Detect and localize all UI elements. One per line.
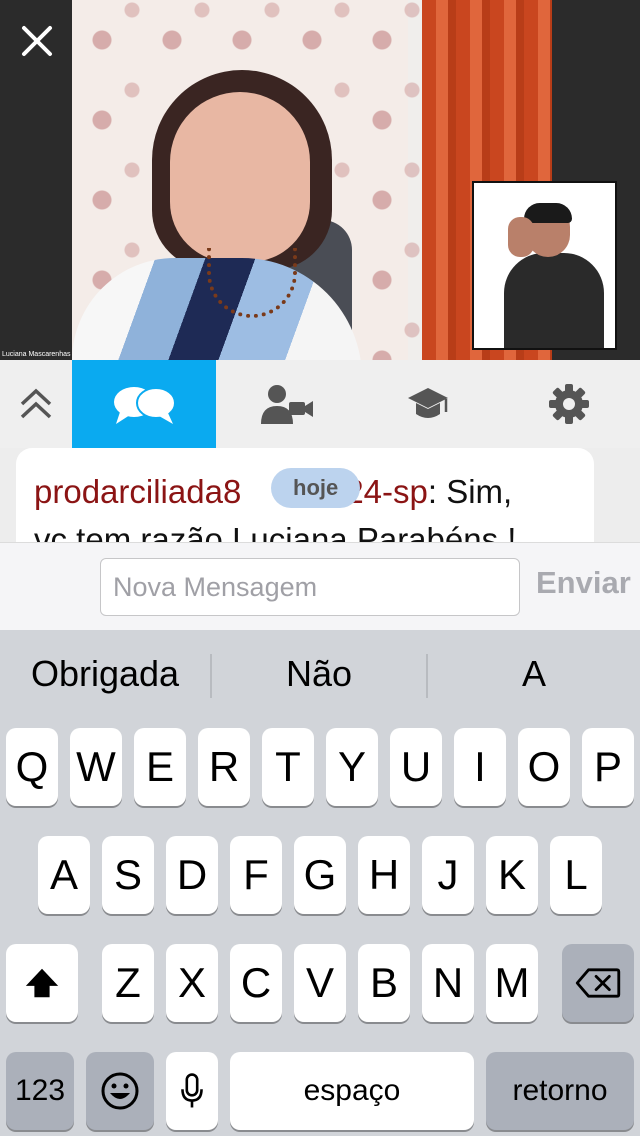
key-t[interactable]: T xyxy=(262,728,314,806)
speaker-face xyxy=(170,92,310,262)
numbers-key[interactable]: 123 xyxy=(6,1052,74,1130)
shift-arrow-icon xyxy=(25,968,59,998)
interpreter-hair xyxy=(524,203,572,223)
close-button[interactable] xyxy=(16,20,58,62)
key-s[interactable]: S xyxy=(102,836,154,914)
tab-settings[interactable] xyxy=(498,360,639,448)
emoji-key[interactable] xyxy=(86,1052,154,1130)
key-w[interactable]: W xyxy=(70,728,122,806)
key-b[interactable]: B xyxy=(358,944,410,1022)
key-f[interactable]: F xyxy=(230,836,282,914)
key-o[interactable]: O xyxy=(518,728,570,806)
message-username[interactable]: prodarciliada8 xyxy=(34,473,241,510)
new-message-input[interactable] xyxy=(100,558,520,616)
date-pill: hoje xyxy=(271,468,361,508)
key-h[interactable]: H xyxy=(358,836,410,914)
key-k[interactable]: K xyxy=(486,836,538,914)
return-key[interactable]: retorno xyxy=(486,1052,634,1130)
tab-chat[interactable] xyxy=(72,360,216,448)
tab-courses[interactable] xyxy=(357,360,498,448)
key-m[interactable]: M xyxy=(486,944,538,1022)
key-c[interactable]: C xyxy=(230,944,282,1022)
message-text: : Sim, xyxy=(427,473,513,510)
suggestion-2[interactable]: Não xyxy=(212,630,426,718)
close-icon xyxy=(22,26,52,56)
backspace-key[interactable] xyxy=(562,944,634,1022)
sign-language-interpreter-video xyxy=(472,181,617,350)
space-key[interactable]: espaço xyxy=(230,1052,474,1130)
tab-collapse[interactable] xyxy=(0,360,72,448)
key-z[interactable]: Z xyxy=(102,944,154,1022)
key-p[interactable]: P xyxy=(582,728,634,806)
graduation-cap-icon xyxy=(407,388,448,418)
key-d[interactable]: D xyxy=(166,836,218,914)
suggestion-1[interactable]: Obrigada xyxy=(0,630,210,718)
backspace-icon xyxy=(575,968,621,998)
key-j[interactable]: J xyxy=(422,836,474,914)
suggestion-bar: Obrigada Não A xyxy=(0,630,640,718)
send-button[interactable]: Enviar xyxy=(536,565,631,601)
key-e[interactable]: E xyxy=(134,728,186,806)
microphone-icon xyxy=(181,1073,203,1108)
interpreter-hand xyxy=(508,217,534,257)
key-x[interactable]: X xyxy=(166,944,218,1022)
key-a[interactable]: A xyxy=(38,836,90,914)
key-q[interactable]: Q xyxy=(6,728,58,806)
tab-camera[interactable] xyxy=(216,360,357,448)
gear-icon xyxy=(548,384,589,424)
dictation-key[interactable] xyxy=(166,1052,218,1130)
double-chevron-up-icon xyxy=(20,388,52,419)
video-area: Luciana Mascarenhas xyxy=(0,0,640,360)
person-camera-icon xyxy=(260,385,313,424)
key-l[interactable]: L xyxy=(550,836,602,914)
shift-key[interactable] xyxy=(6,944,78,1022)
key-i[interactable]: I xyxy=(454,728,506,806)
keyboard: Obrigada Não A Q W E R T Y U I O P A S D… xyxy=(0,630,640,1136)
speaker-name-tag: Luciana Mascarenhas xyxy=(2,351,71,358)
key-v[interactable]: V xyxy=(294,944,346,1022)
message-line-2: vc tem razão Luciana Parabéns ! xyxy=(34,521,517,542)
key-n[interactable]: N xyxy=(422,944,474,1022)
emoji-icon xyxy=(101,1072,139,1110)
key-r[interactable]: R xyxy=(198,728,250,806)
key-g[interactable]: G xyxy=(294,836,346,914)
suggestion-3[interactable]: A xyxy=(428,630,640,718)
chat-bubbles-icon xyxy=(114,387,176,424)
chat-messages[interactable]: prodarciliada8 24-sp: Sim, vc tem razão L… xyxy=(0,448,640,542)
message-composer: Enviar xyxy=(0,542,640,630)
key-u[interactable]: U xyxy=(390,728,442,806)
key-y[interactable]: Y xyxy=(326,728,378,806)
interpreter-body xyxy=(504,253,604,348)
tab-bar xyxy=(0,360,640,448)
